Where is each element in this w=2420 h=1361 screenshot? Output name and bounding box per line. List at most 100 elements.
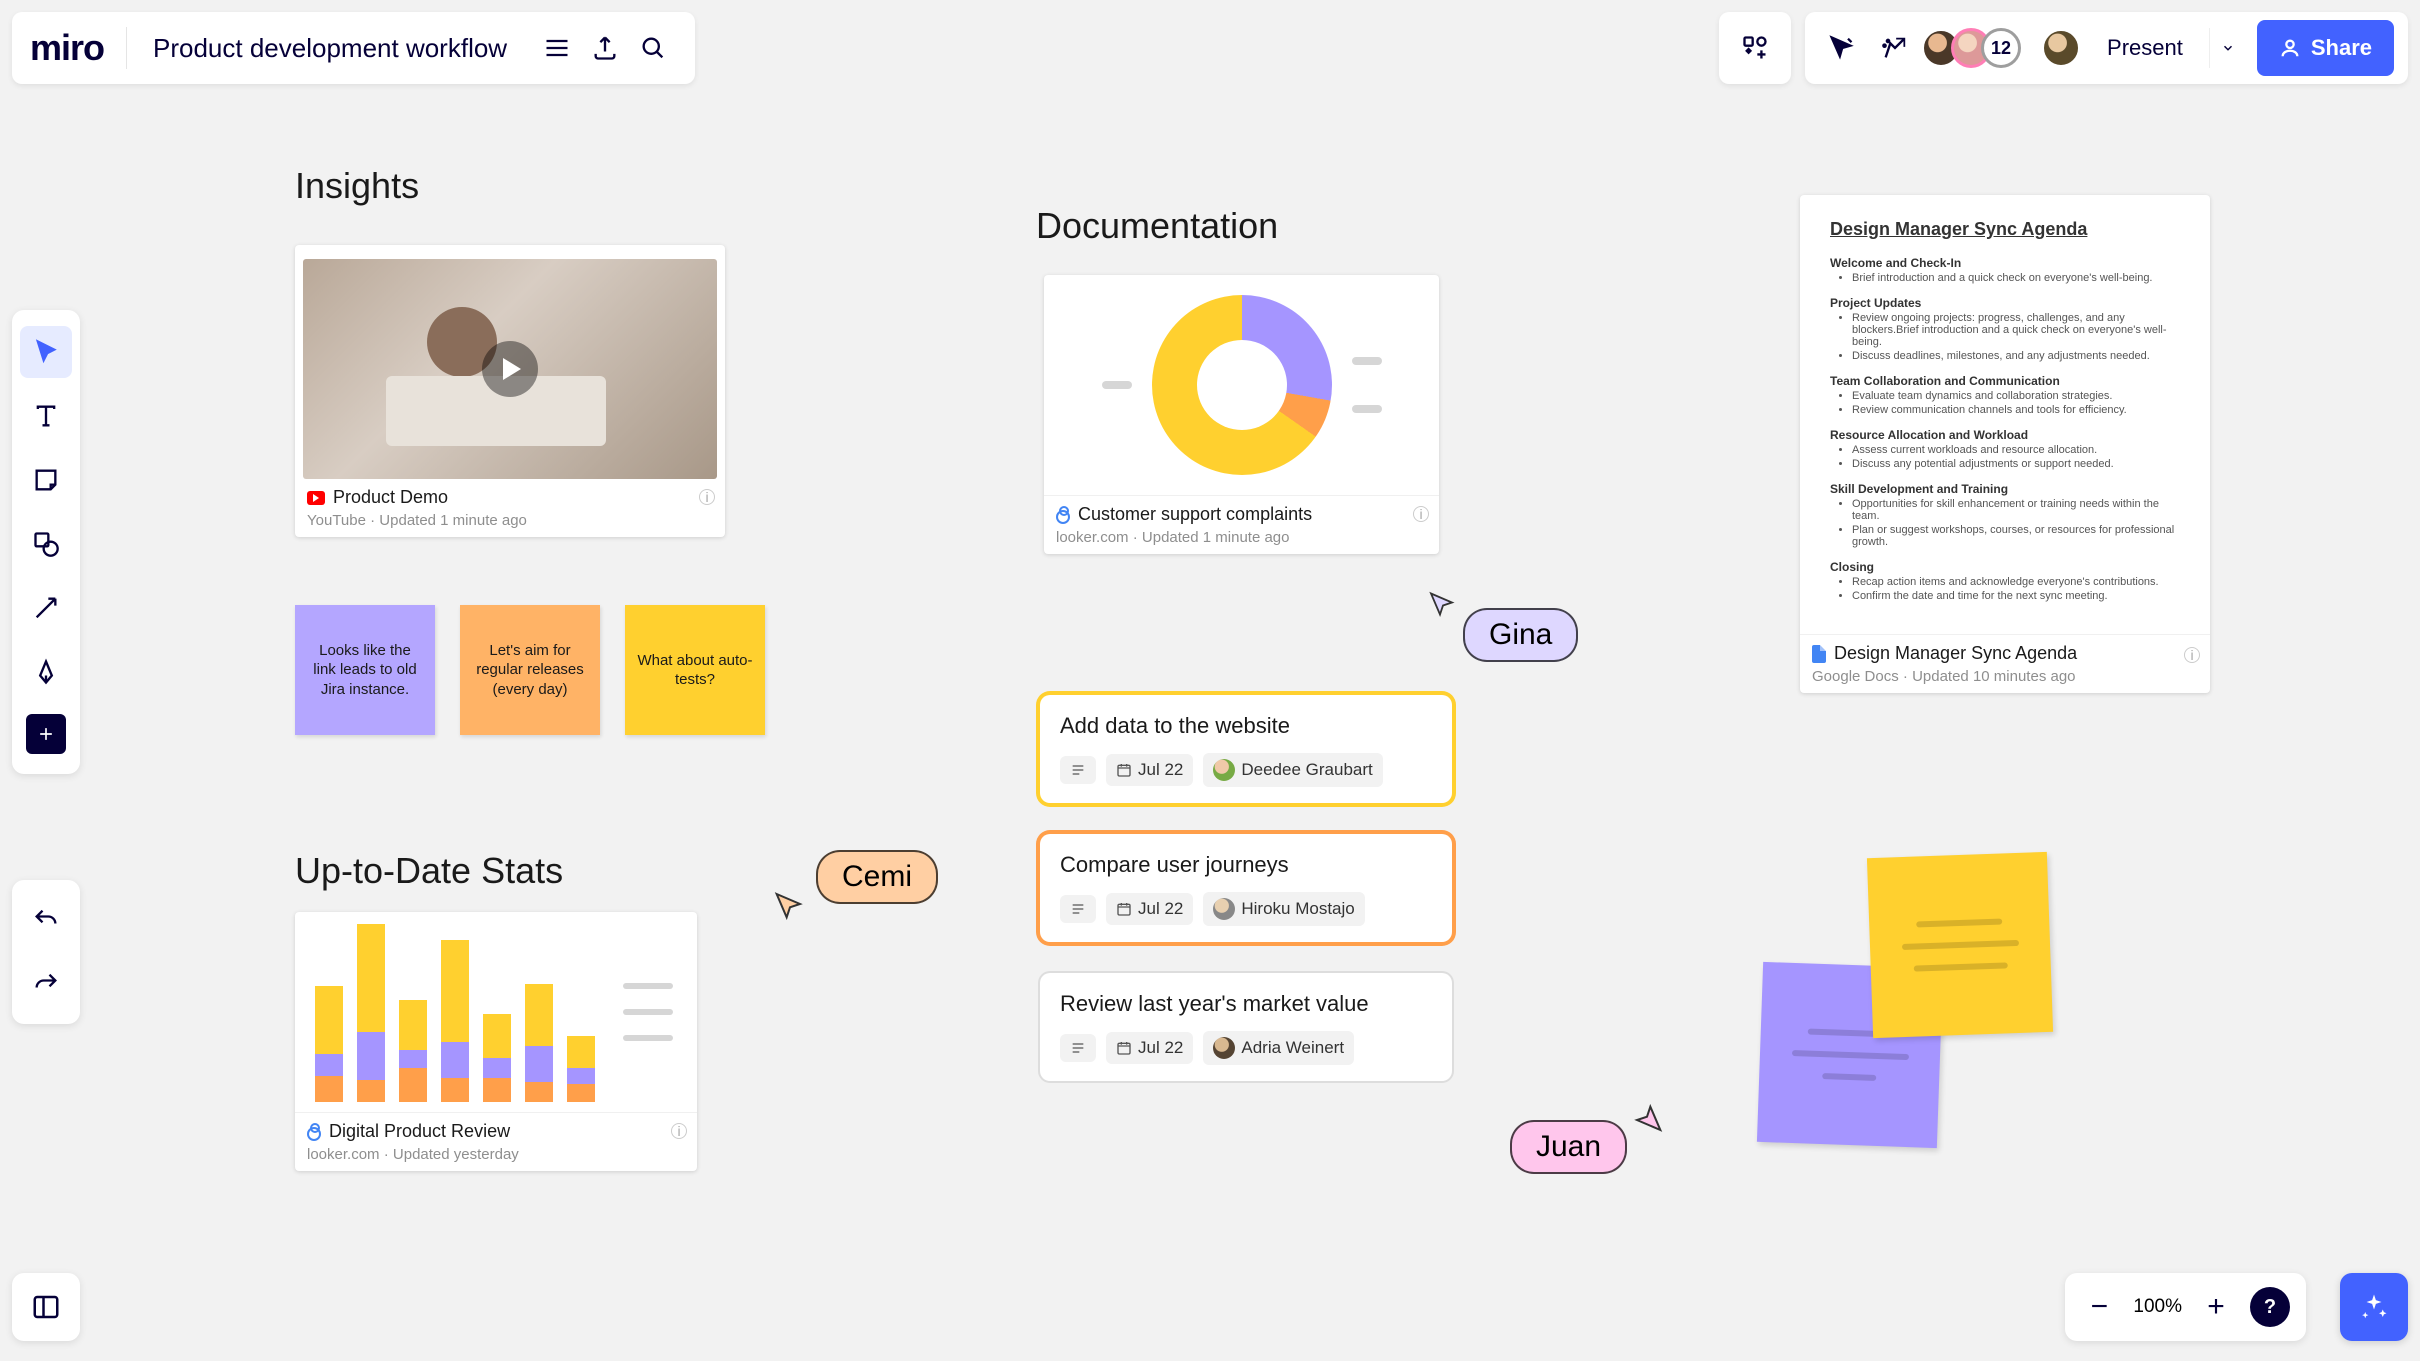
- legend-item: [1352, 357, 1382, 365]
- miro-logo[interactable]: miro: [30, 27, 127, 69]
- undo-redo-box: [12, 880, 80, 1024]
- current-user-avatar[interactable]: [2041, 28, 2081, 68]
- section-heading-documentation: Documentation: [1036, 205, 1278, 247]
- description-chip[interactable]: [1060, 1034, 1096, 1062]
- date-chip[interactable]: Jul 22: [1106, 754, 1193, 786]
- google-docs-icon: [1812, 645, 1826, 663]
- reactions-icon[interactable]: [1873, 26, 1917, 70]
- description-chip[interactable]: [1060, 895, 1096, 923]
- left-toolbar: [12, 310, 80, 774]
- assignee-chip[interactable]: Adria Weinert: [1203, 1031, 1354, 1065]
- task-title: Compare user journeys: [1060, 852, 1432, 878]
- donut-card-meta: looker.com · Updated 1 minute ago: [1056, 529, 1427, 546]
- present-dropdown[interactable]: [2209, 28, 2247, 68]
- zoom-in-button[interactable]: +: [2192, 1283, 2240, 1331]
- legend-item: [1352, 405, 1382, 413]
- info-icon[interactable]: i: [671, 1123, 687, 1139]
- undo-button[interactable]: [20, 894, 72, 946]
- date-chip[interactable]: Jul 22: [1106, 1032, 1193, 1064]
- description-chip[interactable]: [1060, 756, 1096, 784]
- doc-title: Design Manager Sync Agenda: [1830, 219, 2180, 240]
- select-tool[interactable]: [20, 326, 72, 378]
- ai-assist-button[interactable]: [2340, 1273, 2408, 1341]
- sticky-tool[interactable]: [20, 454, 72, 506]
- task-card[interactable]: Add data to the website Jul 22 Deedee Gr…: [1040, 695, 1452, 803]
- cursor-label: Cemi: [816, 850, 938, 904]
- donut-chart: [1044, 275, 1439, 495]
- info-icon[interactable]: i: [1413, 506, 1429, 522]
- zoom-out-button[interactable]: −: [2075, 1283, 2123, 1331]
- info-icon[interactable]: i: [2184, 647, 2200, 663]
- looker-icon: [1056, 506, 1070, 524]
- help-button[interactable]: ?: [2250, 1287, 2290, 1327]
- search-icon[interactable]: [629, 24, 677, 72]
- play-icon[interactable]: [482, 341, 538, 397]
- apps-icon[interactable]: [1733, 26, 1777, 70]
- barchart-card[interactable]: i Digital Product Review looker.com · Up…: [295, 912, 697, 1171]
- sticky-text: Let's aim for regular releases (every da…: [472, 641, 588, 700]
- date-chip[interactable]: Jul 22: [1106, 893, 1193, 925]
- section-heading-stats: Up-to-Date Stats: [295, 850, 563, 892]
- donut-card-title: Customer support complaints: [1078, 504, 1312, 525]
- task-title: Add data to the website: [1060, 713, 1432, 739]
- avatar: [1213, 759, 1235, 781]
- add-more-tool[interactable]: [26, 714, 66, 754]
- collab-box: 12 Present Share: [1805, 12, 2408, 84]
- pen-tool[interactable]: [20, 646, 72, 698]
- share-label: Share: [2311, 35, 2372, 61]
- zoom-level[interactable]: 100%: [2123, 1296, 2192, 1318]
- cursor-icon: [1627, 1095, 1667, 1135]
- avatar-overflow[interactable]: 12: [1981, 28, 2021, 68]
- remote-cursor-gina: Gina: [1425, 580, 1582, 634]
- video-thumbnail[interactable]: [303, 259, 717, 479]
- avatar: [1213, 1037, 1235, 1059]
- donut-chart-card[interactable]: i Customer support complaints looker.com…: [1044, 275, 1439, 554]
- youtube-icon: [307, 491, 325, 505]
- apps-button-box: [1719, 12, 1791, 84]
- text-tool[interactable]: [20, 390, 72, 442]
- task-title: Review last year's market value: [1060, 991, 1432, 1017]
- export-icon[interactable]: [581, 24, 629, 72]
- donut-graphic: [1152, 295, 1332, 475]
- board-title[interactable]: Product development workflow: [127, 33, 533, 64]
- remote-cursor-cemi: Cemi: [770, 850, 938, 904]
- task-chips: Jul 22 Deedee Graubart: [1060, 753, 1432, 787]
- video-card-title-row: Product Demo: [307, 487, 713, 508]
- agenda-card-meta: Google Docs · Updated 10 minutes ago: [1812, 668, 2198, 685]
- redo-button[interactable]: [20, 958, 72, 1010]
- task-card[interactable]: Compare user journeys Jul 22 Hiroku Most…: [1040, 834, 1452, 942]
- present-button[interactable]: Present: [2091, 20, 2199, 76]
- barchart-title-row: Digital Product Review: [307, 1121, 685, 1142]
- agenda-doc-card[interactable]: Design Manager Sync Agenda Welcome and C…: [1800, 195, 2210, 693]
- shape-tool[interactable]: [20, 518, 72, 570]
- cursor-label: Gina: [1463, 608, 1578, 662]
- video-embed-card[interactable]: i Product Demo YouTube · Updated 1 minut…: [295, 245, 725, 537]
- cursor-tool-icon[interactable]: [1819, 26, 1863, 70]
- cursor-icon: [770, 889, 810, 929]
- bar-legend: [623, 912, 673, 1112]
- task-chips: Jul 22 Adria Weinert: [1060, 1031, 1432, 1065]
- looker-icon: [307, 1123, 321, 1141]
- remote-cursor-juan: Juan: [1510, 1120, 1673, 1174]
- sticky-note-blank[interactable]: [1867, 852, 2053, 1038]
- avatar: [1213, 898, 1235, 920]
- donut-card-title-row: Customer support complaints: [1056, 504, 1427, 525]
- menu-icon[interactable]: [533, 24, 581, 72]
- info-icon[interactable]: i: [699, 489, 715, 505]
- frames-panel-button[interactable]: [12, 1273, 80, 1341]
- barchart-meta: looker.com · Updated yesterday: [307, 1146, 685, 1163]
- doc-preview: Design Manager Sync Agenda Welcome and C…: [1800, 195, 2210, 634]
- line-tool[interactable]: [20, 582, 72, 634]
- sticky-note[interactable]: Looks like the link leads to old Jira in…: [295, 605, 435, 735]
- assignee-chip[interactable]: Hiroku Mostajo: [1203, 892, 1364, 926]
- sticky-note[interactable]: What about auto-tests?: [625, 605, 765, 735]
- collaborator-avatars[interactable]: 12: [1931, 28, 2021, 68]
- topbar-right: 12 Present Share: [1719, 12, 2408, 84]
- agenda-card-title: Design Manager Sync Agenda: [1834, 643, 2077, 664]
- agenda-card-title-row: Design Manager Sync Agenda: [1812, 643, 2198, 664]
- share-button[interactable]: Share: [2257, 20, 2394, 76]
- task-card[interactable]: Review last year's market value Jul 22 A…: [1040, 973, 1452, 1081]
- sticky-text: What about auto-tests?: [637, 651, 753, 690]
- assignee-chip[interactable]: Deedee Graubart: [1203, 753, 1382, 787]
- sticky-note[interactable]: Let's aim for regular releases (every da…: [460, 605, 600, 735]
